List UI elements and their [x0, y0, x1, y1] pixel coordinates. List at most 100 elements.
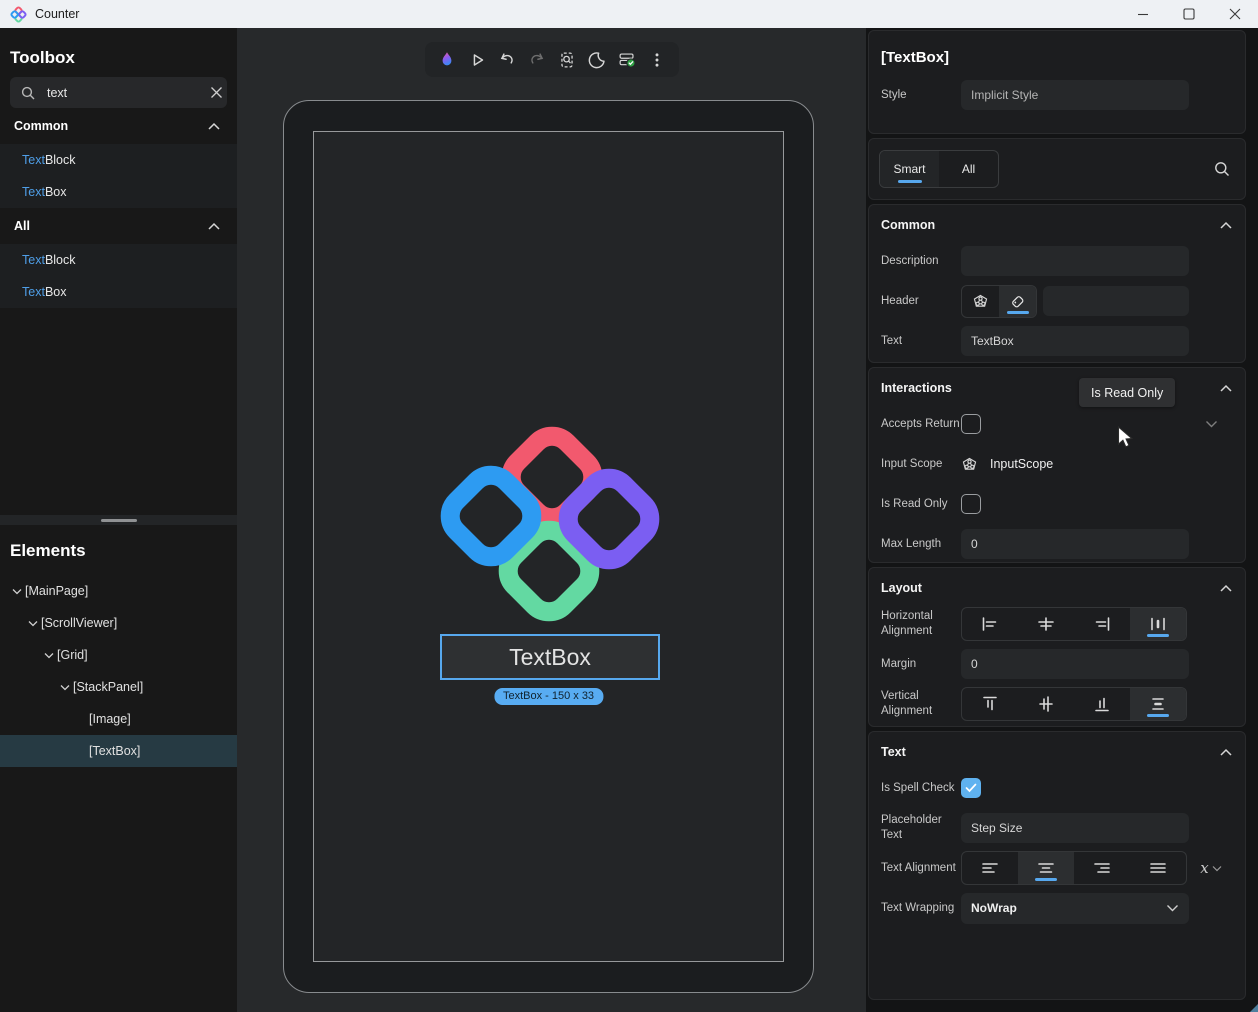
- valign-bottom-icon[interactable]: [1074, 688, 1130, 720]
- max-length-input[interactable]: [961, 529, 1189, 559]
- toolbox-item-textblock[interactable]: TextBlock: [0, 144, 237, 176]
- undo-icon[interactable]: [493, 46, 521, 74]
- collapse-chevron-up-icon[interactable]: [1219, 584, 1233, 593]
- text-align-justify-icon[interactable]: [1130, 852, 1186, 884]
- inspect-element-icon[interactable]: [553, 46, 581, 74]
- input-scope-label: Input Scope: [881, 457, 961, 472]
- window-title: Counter: [35, 7, 79, 21]
- hot-reload-flame-icon[interactable]: [433, 46, 461, 74]
- text-input[interactable]: [961, 326, 1189, 356]
- device-screen[interactable]: TextBox TextBox - 150 x 33: [313, 131, 784, 962]
- text-wrapping-label: Text Wrapping: [881, 901, 961, 916]
- properties-search-icon[interactable]: [1213, 160, 1231, 178]
- toolbox-search[interactable]: [10, 77, 227, 108]
- toolbox-item-textbox[interactable]: TextBox: [0, 176, 237, 208]
- clear-search-icon[interactable]: [210, 86, 223, 99]
- margin-label: Margin: [881, 657, 961, 672]
- clear-x-icon: x: [1200, 859, 1208, 877]
- active-toggle-indicator: [1007, 311, 1029, 314]
- tree-item-stackpanel[interactable]: [StackPanel]: [0, 671, 237, 703]
- max-length-label: Max Length: [881, 537, 961, 552]
- text-align-right-icon[interactable]: [1074, 852, 1130, 884]
- valign-top-icon[interactable]: [962, 688, 1018, 720]
- description-label: Description: [881, 254, 961, 269]
- is-read-only-label: Is Read Only: [881, 497, 961, 512]
- accepts-return-label: Accepts Return: [881, 417, 961, 432]
- panel-splitter[interactable]: [0, 515, 237, 525]
- is-read-only-checkbox[interactable]: [961, 494, 981, 514]
- dark-theme-moon-icon[interactable]: [583, 46, 611, 74]
- placeholder-text-label: Placeholder Text: [881, 813, 961, 843]
- binding-nodes-icon: [972, 293, 989, 310]
- tree-item-mainpage[interactable]: [MainPage]: [0, 575, 237, 607]
- app-logo-icon: [10, 6, 27, 23]
- header-label: Header: [881, 294, 961, 309]
- chevron-down-icon[interactable]: [56, 684, 73, 691]
- toolbox-search-input[interactable]: [45, 85, 210, 101]
- minimize-button[interactable]: [1120, 0, 1166, 28]
- splitter-handle[interactable]: [101, 519, 137, 522]
- is-spell-check-checkbox[interactable]: [961, 778, 981, 798]
- chevron-up-icon[interactable]: [207, 222, 221, 231]
- chevron-down-icon[interactable]: [40, 652, 57, 659]
- input-scope-value[interactable]: InputScope: [990, 457, 1053, 471]
- text-align-center-icon[interactable]: [1018, 852, 1074, 884]
- valign-stretch-icon[interactable]: [1130, 688, 1186, 720]
- header-binding-toggle[interactable]: [962, 286, 999, 317]
- halign-center-icon[interactable]: [1018, 608, 1074, 640]
- elements-panel: Elements [MainPage] [ScrollViewer] [Grid…: [0, 525, 237, 1012]
- collapse-chevron-up-icon[interactable]: [1219, 384, 1233, 393]
- tree-item-textbox[interactable]: [TextBox]: [0, 735, 237, 767]
- clear-value-control[interactable]: x: [1189, 859, 1233, 877]
- halign-right-icon[interactable]: [1074, 608, 1130, 640]
- chevron-down-icon[interactable]: [24, 620, 41, 627]
- tree-item-grid[interactable]: [Grid]: [0, 639, 237, 671]
- left-sidebar: Toolbox Common TextBlock TextBox: [0, 28, 237, 1012]
- tag-icon: [1009, 293, 1026, 310]
- tree-item-scrollviewer[interactable]: [ScrollViewer]: [0, 607, 237, 639]
- margin-input[interactable]: [961, 649, 1189, 679]
- tab-smart[interactable]: Smart: [880, 151, 939, 187]
- toolbox-section-common[interactable]: Common: [0, 108, 237, 144]
- header-value-toggle[interactable]: [999, 286, 1036, 317]
- toolbox-section-all[interactable]: All: [0, 208, 237, 244]
- play-icon[interactable]: [463, 46, 491, 74]
- canvas-toolbar: [425, 42, 679, 77]
- search-icon: [20, 85, 36, 101]
- halign-stretch-icon[interactable]: [1130, 608, 1186, 640]
- chevron-up-icon[interactable]: [207, 122, 221, 131]
- valign-center-icon[interactable]: [1018, 688, 1074, 720]
- horizontal-alignment-label: Horizontal Alignment: [881, 609, 961, 639]
- resize-grip[interactable]: [1250, 1004, 1258, 1012]
- changes-applied-icon[interactable]: [613, 46, 641, 74]
- text-align-left-icon[interactable]: [962, 852, 1018, 884]
- close-button[interactable]: [1212, 0, 1258, 28]
- chevron-down-icon[interactable]: [1205, 420, 1218, 428]
- header-input[interactable]: [1043, 286, 1189, 316]
- canvas-textbox-element[interactable]: TextBox: [440, 634, 660, 680]
- tree-item-image[interactable]: [Image]: [0, 703, 237, 735]
- collapse-chevron-up-icon[interactable]: [1219, 748, 1233, 757]
- tooltip: Is Read Only: [1079, 378, 1175, 407]
- more-options-icon[interactable]: [643, 46, 671, 74]
- accepts-return-checkbox[interactable]: [961, 414, 981, 434]
- uno-logo-image[interactable]: [434, 402, 664, 632]
- text-wrapping-dropdown[interactable]: NoWrap: [961, 893, 1189, 924]
- layout-section-title: Layout: [881, 581, 922, 595]
- placeholder-text-input[interactable]: [961, 813, 1189, 843]
- toolbox-item-textbox[interactable]: TextBox: [0, 276, 237, 308]
- selected-element-title: [TextBox]: [881, 31, 1233, 66]
- design-canvas[interactable]: TextBox TextBox - 150 x 33: [237, 28, 866, 1012]
- maximize-button[interactable]: [1166, 0, 1212, 28]
- redo-icon[interactable]: [523, 46, 551, 74]
- collapse-chevron-up-icon[interactable]: [1219, 221, 1233, 230]
- chevron-down-icon[interactable]: [8, 588, 25, 595]
- interactions-section: Is Read Only Interactions Accepts Return…: [868, 367, 1246, 563]
- common-section: Common Description Header: [868, 204, 1246, 363]
- binding-nodes-icon[interactable]: [961, 456, 978, 473]
- toolbox-item-textblock[interactable]: TextBlock: [0, 244, 237, 276]
- halign-left-icon[interactable]: [962, 608, 1018, 640]
- description-input[interactable]: [961, 246, 1189, 276]
- style-input[interactable]: [961, 80, 1189, 110]
- tab-all[interactable]: All: [939, 151, 998, 187]
